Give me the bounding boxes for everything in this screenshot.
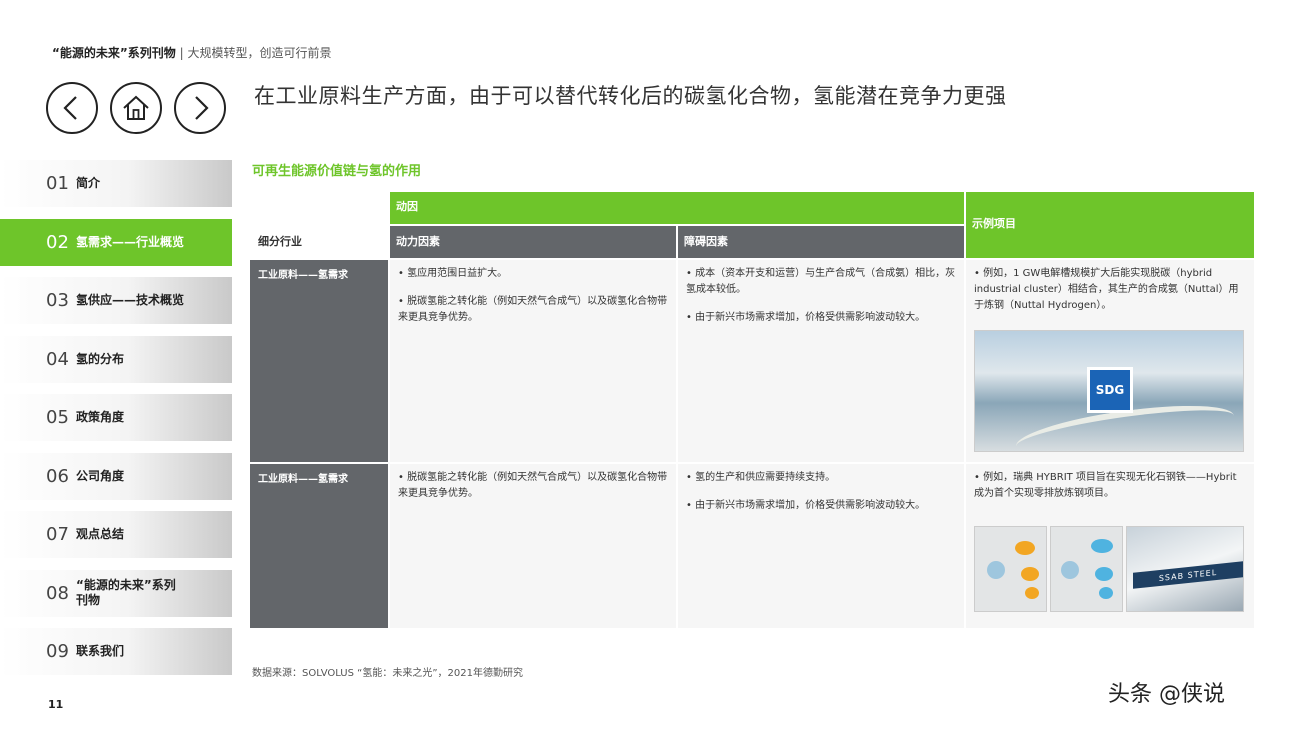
nav-buttons [46, 82, 226, 134]
sidebar-item-label: 氢供应——技术概览 [76, 293, 185, 307]
page-headline: 在工业原料生产方面，由于可以替代转化后的碳氢化合物，氢能潜在竞争力更强 [254, 84, 1007, 108]
value-chain-table: 细分行业 动因 示例项目 动力因素 障碍因素 工业原料——氢需求 • 氢应用范围… [250, 192, 1254, 628]
sidebar-item-company[interactable]: 06 公司角度 [0, 452, 232, 500]
header-obstacle: 障碍因素 [678, 226, 964, 258]
sidebar-item-demand[interactable]: 02 氢需求——行业概览 [0, 218, 232, 266]
watermark: 头条 @侠说 [1108, 682, 1225, 707]
process-diagram-1 [974, 526, 1047, 612]
port-logo: SDG [1087, 367, 1133, 413]
sidebar-item-label: “能源的未来”系列刊物 [76, 578, 176, 607]
sidebar-item-label: 氢的分布 [76, 351, 125, 366]
obstacle-item: • 由于新兴市场需求增加，价格受供需影响波动较大。 [686, 312, 926, 323]
driver-item: • 氢应用范围日益扩大。 [398, 268, 508, 279]
sidebar-item-label: 公司角度 [76, 468, 125, 483]
back-button[interactable] [46, 82, 98, 134]
sidebar-item-number: 05 [46, 407, 69, 428]
home-icon [123, 95, 149, 120]
sidebar-item-policy[interactable]: 05 政策角度 [0, 394, 232, 441]
chevron-left-icon [63, 96, 77, 120]
sidebar-item-distribution[interactable]: 04 氢的分布 [0, 335, 232, 383]
sidebar-item-label: 简介 [76, 176, 101, 190]
sidebar-item-number: 08 [46, 582, 69, 604]
sidebar: 01 简介 02 氢需求——行业概览 03 氢供应——技术概览 04 氢的分布 … [0, 160, 232, 687]
sidebar-item-series[interactable]: 08 “能源的未来”系列刊物 [0, 569, 232, 617]
sidebar-item-number: 02 [46, 231, 69, 253]
driver-item: • 脱碳氢能之转化能（例如天然气合成气）以及碳氢化合物带来更具竞争优势。 [398, 472, 668, 499]
header-segment: 细分行业 [258, 235, 302, 248]
series-line: “能源的未来”系列刊物 | 大规模转型，创造可行前景 [52, 44, 331, 61]
row-segment-label: 工业原料——氢需求 [250, 464, 388, 628]
row-obstacles: • 成本（资本开支和运营）与生产合成气（合成氨）相比，灰氢成本较低。 • 由于新… [678, 260, 964, 462]
driver-item: • 脱碳氢能之转化能（例如天然气合成气）以及碳氢化合物带来更具竞争优势。 [398, 296, 668, 323]
sidebar-item-contact[interactable]: 09 联系我们 [0, 628, 232, 675]
row-drivers: • 脱碳氢能之转化能（例如天然气合成气）以及碳氢化合物带来更具竞争优势。 [390, 464, 676, 628]
process-diagram-2 [1050, 526, 1123, 612]
sidebar-item-label: 政策角度 [76, 410, 125, 424]
chevron-right-icon [195, 96, 209, 120]
row-obstacles: • 氢的生产和供应需要持续支持。 • 由于新兴市场需求增加，价格受供需影响波动较… [678, 464, 964, 628]
case-text: • 例如，1 GW电解槽规模扩大后能实现脱碳（hybrid industrial… [974, 268, 1239, 311]
sidebar-item-number: 09 [46, 641, 69, 662]
series-title: “能源的未来”系列刊物 [52, 46, 176, 60]
sidebar-item-label: 联系我们 [76, 644, 125, 658]
sidebar-item-summary[interactable]: 07 观点总结 [0, 511, 232, 558]
series-subtitle: | 大规模转型，创造可行前景 [179, 46, 332, 60]
home-button[interactable] [110, 82, 162, 134]
header-drivers-group: 动因 [390, 192, 964, 224]
source-note: 数据来源：SOLVOLUS “氢能：未来之光”，2021年德勤研究 [252, 668, 523, 679]
obstacle-item: • 氢的生产和供应需要持续支持。 [686, 472, 836, 483]
page-number: 11 [48, 698, 64, 711]
sidebar-item-number: 07 [46, 524, 69, 545]
case-text: • 例如，瑞典 HYBRIT 项目旨在实现无化石钢铁——Hybrit 成为首个实… [974, 472, 1237, 499]
sidebar-item-label: 氢需求——行业概览 [76, 234, 185, 249]
row-segment-label: 工业原料——氢需求 [250, 260, 388, 462]
obstacle-item: • 成本（资本开支和运营）与生产合成气（合成氨）相比，灰氢成本较低。 [686, 268, 956, 295]
header-driver: 动力因素 [390, 226, 676, 258]
sidebar-item-label: 观点总结 [76, 527, 125, 541]
row-drivers: • 氢应用范围日益扩大。 • 脱碳氢能之转化能（例如天然气合成气）以及碳氢化合物… [390, 260, 676, 462]
table-title: 可再生能源价值链与氢的作用 [252, 164, 422, 179]
sidebar-item-number: 06 [46, 465, 69, 487]
sidebar-item-number: 01 [46, 173, 69, 194]
steel-plant-photo: SSAB STEEL [1126, 526, 1244, 612]
sidebar-item-number: 04 [46, 348, 69, 370]
steel-sign: SSAB STEEL [1133, 561, 1243, 589]
sidebar-item-intro[interactable]: 01 简介 [0, 160, 232, 207]
obstacle-item: • 由于新兴市场需求增加，价格受供需影响波动较大。 [686, 500, 926, 511]
header-case: 示例项目 [966, 192, 1254, 258]
forward-button[interactable] [174, 82, 226, 134]
port-photo: SDG [974, 330, 1244, 452]
sidebar-item-number: 03 [46, 290, 69, 311]
sidebar-item-supply[interactable]: 03 氢供应——技术概览 [0, 277, 232, 324]
